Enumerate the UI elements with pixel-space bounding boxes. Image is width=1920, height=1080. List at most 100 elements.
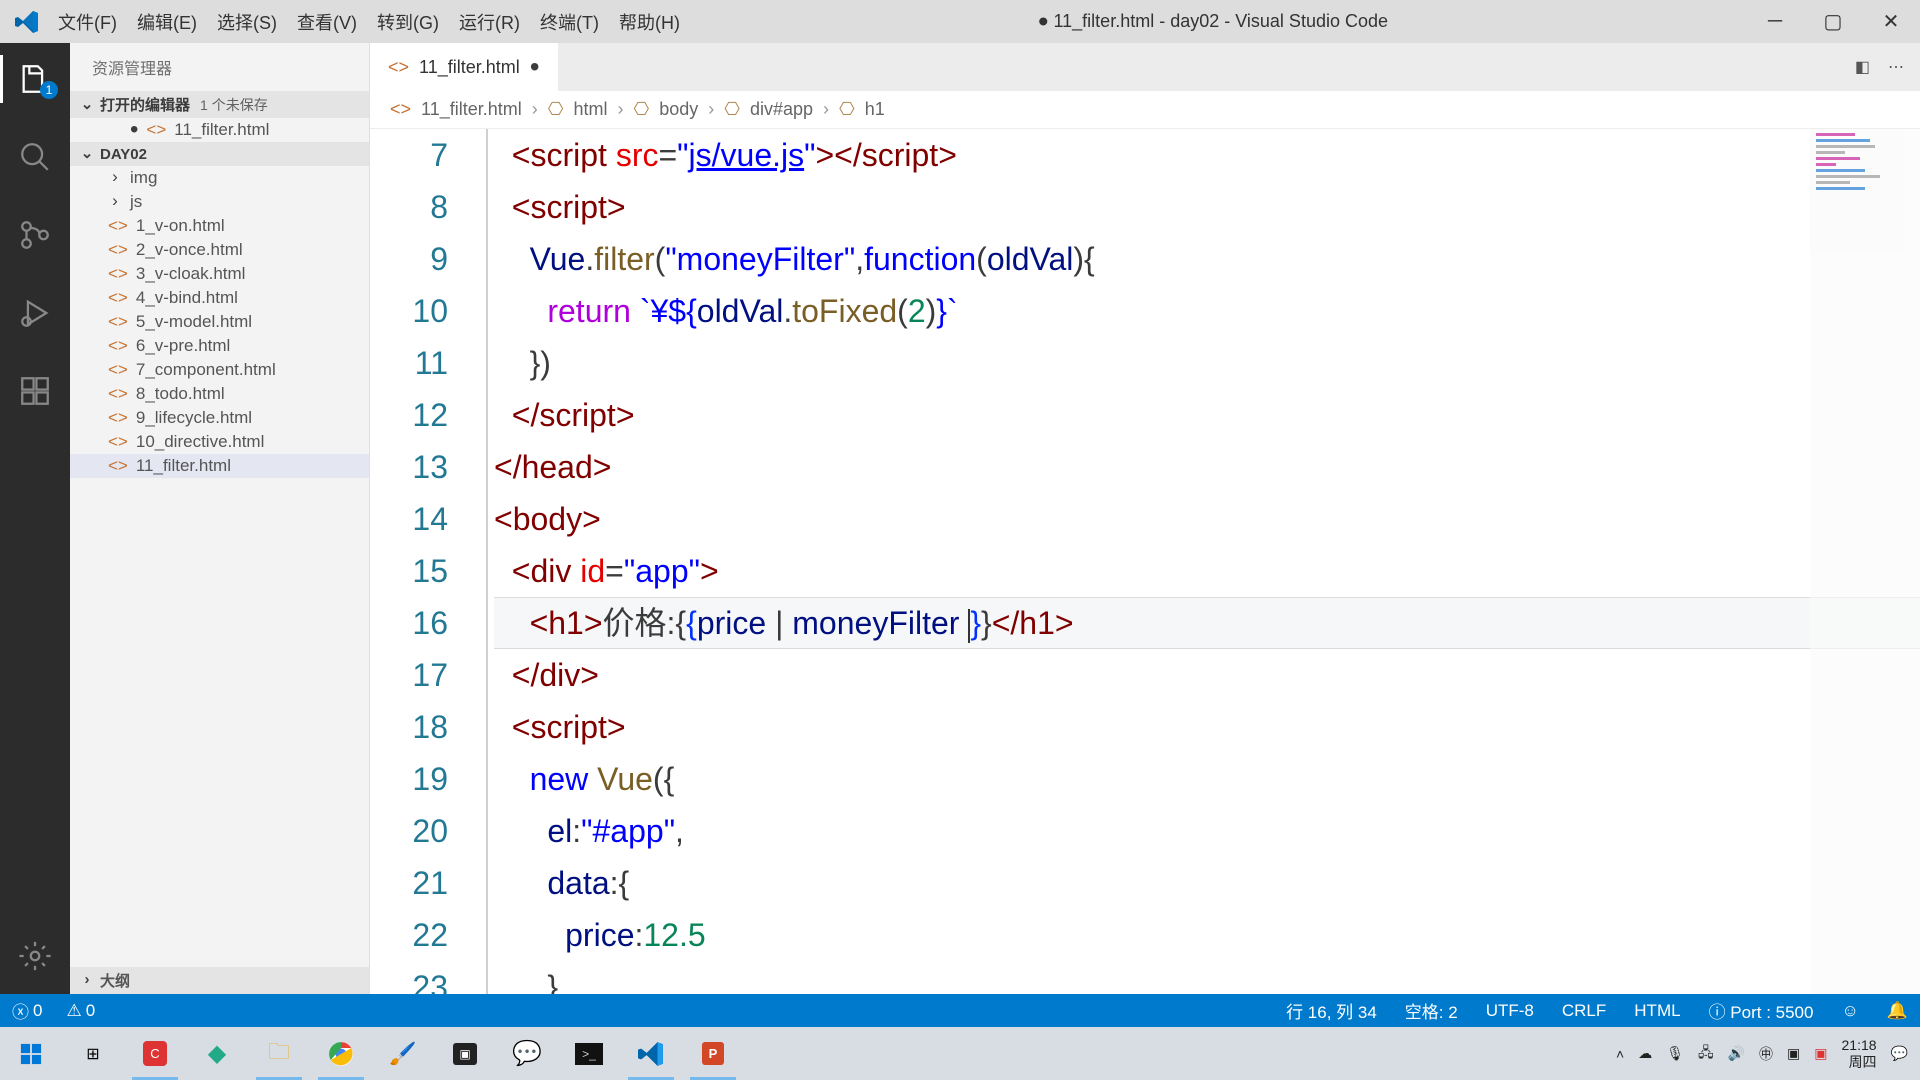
file-item[interactable]: <>10_directive.html	[70, 430, 369, 454]
status-spaces[interactable]: 空格: 2	[1405, 998, 1458, 1023]
taskview-icon[interactable]: ⊞	[62, 1027, 124, 1080]
activity-explorer-icon[interactable]: 1	[0, 55, 70, 103]
menu-item[interactable]: 文件(F)	[58, 9, 117, 35]
menu-bar: 文件(F) 编辑(E) 选择(S) 查看(V) 转到(G) 运行(R) 终端(T) 帮助(H)	[54, 9, 680, 35]
folder-section[interactable]: ⌄DAY02	[70, 142, 369, 166]
status-ln-col[interactable]: 行 16, 列 34	[1286, 998, 1377, 1023]
file-item[interactable]: <>8_todo.html	[70, 382, 369, 406]
tray-app2-icon[interactable]: ▣	[1814, 1045, 1827, 1062]
open-editors-section[interactable]: ⌄打开的编辑器 1 个未保存	[70, 91, 369, 118]
status-feedback-icon[interactable]: ☺	[1841, 1001, 1858, 1021]
file-item[interactable]: <>2_v-once.html	[70, 238, 369, 262]
system-tray: ˄ ☁ 🎙 🖧 🔊 ㊥ ▣ ▣ 21:18周四 💬	[1616, 1037, 1920, 1071]
item-label: 5_v-model.html	[136, 312, 252, 332]
status-port[interactable]: ⓘ Port : 5500	[1709, 998, 1814, 1023]
taskbar-app-4[interactable]: ▣	[434, 1027, 496, 1080]
split-editor-icon[interactable]: ◧	[1855, 57, 1870, 77]
tray-volume-icon[interactable]: 🔊	[1728, 1045, 1745, 1062]
sidebar-title: 资源管理器	[70, 43, 369, 91]
menu-item[interactable]: 编辑(E)	[137, 9, 197, 35]
status-eol[interactable]: CRLF	[1562, 1001, 1606, 1021]
html-file-icon: <>	[108, 288, 128, 308]
file-item[interactable]: <>3_v-cloak.html	[70, 262, 369, 286]
status-lang[interactable]: HTML	[1634, 1001, 1680, 1021]
breadcrumb-item[interactable]: div#app	[750, 99, 813, 120]
taskbar-app-1[interactable]: C	[124, 1027, 186, 1080]
tray-chevron-icon[interactable]: ˄	[1616, 1046, 1624, 1062]
file-item[interactable]: <>4_v-bind.html	[70, 286, 369, 310]
breadcrumb-item[interactable]: h1	[865, 99, 885, 120]
html-file-icon: <>	[108, 216, 128, 236]
item-label: 2_v-once.html	[136, 240, 243, 260]
open-editor-file[interactable]: • <> 11_filter.html	[70, 118, 369, 142]
status-warnings[interactable]: ⚠ 0	[66, 1001, 95, 1021]
taskbar-app-2[interactable]: ◆	[186, 1027, 248, 1080]
taskbar-explorer-icon[interactable]: 🗀	[248, 1027, 310, 1080]
taskbar-terminal-icon[interactable]: >_	[558, 1027, 620, 1080]
tray-ime-icon[interactable]: ㊥	[1759, 1044, 1773, 1064]
tray-clock[interactable]: 21:18周四	[1842, 1037, 1877, 1071]
menu-item[interactable]: 终端(T)	[540, 9, 599, 35]
folder-item[interactable]: ›js	[70, 190, 369, 214]
chevron-right-icon: ›	[108, 167, 122, 187]
tray-app-icon[interactable]: ▣	[1787, 1045, 1800, 1062]
activity-search-icon[interactable]	[0, 133, 70, 181]
item-label: 1_v-on.html	[136, 216, 225, 236]
outline-section[interactable]: ›大纲	[70, 967, 369, 994]
breadcrumb-item[interactable]: 11_filter.html	[421, 99, 522, 120]
windows-taskbar: ⊞ C ◆ 🗀 🖌️ ▣ 💬 >_ P ˄ ☁ 🎙 🖧 🔊 ㊥ ▣ ▣ 21:1…	[0, 1027, 1920, 1080]
taskbar-wechat-icon[interactable]: 💬	[496, 1027, 558, 1080]
breadcrumb-item[interactable]: html	[573, 99, 607, 120]
activity-debug-icon[interactable]	[0, 289, 70, 337]
explorer-badge: 1	[40, 81, 58, 99]
tray-network-icon[interactable]: 🖧	[1698, 1042, 1714, 1066]
status-bar: ⓧ 0 ⚠ 0 行 16, 列 34 空格: 2 UTF-8 CRLF HTML…	[0, 994, 1920, 1027]
taskbar-app-3[interactable]: 🖌️	[372, 1027, 434, 1080]
html-file-icon: <>	[108, 384, 128, 404]
file-item[interactable]: <>6_v-pre.html	[70, 334, 369, 358]
close-button[interactable]: ✕	[1862, 0, 1920, 43]
maximize-button[interactable]: ▢	[1804, 0, 1862, 43]
item-label: 10_directive.html	[136, 432, 265, 452]
status-encoding[interactable]: UTF-8	[1486, 1001, 1534, 1021]
html-file-icon: <>	[388, 57, 409, 78]
element-icon: ⎔	[548, 99, 564, 120]
sidebar: 资源管理器 ⌄打开的编辑器 1 个未保存 • <> 11_filter.html…	[70, 43, 370, 994]
activity-extensions-icon[interactable]	[0, 367, 70, 415]
menu-item[interactable]: 查看(V)	[297, 9, 357, 35]
status-bell-icon[interactable]: 🔔	[1887, 1001, 1908, 1021]
file-item[interactable]: <>5_v-model.html	[70, 310, 369, 334]
menu-item[interactable]: 帮助(H)	[619, 9, 680, 35]
tab-11-filter[interactable]: <> 11_filter.html •	[370, 43, 558, 91]
chevron-right-icon: ›	[532, 99, 538, 120]
tray-mic-icon[interactable]: 🎙	[1666, 1045, 1684, 1062]
file-item[interactable]: <>9_lifecycle.html	[70, 406, 369, 430]
menu-item[interactable]: 转到(G)	[377, 9, 439, 35]
activity-scm-icon[interactable]	[0, 211, 70, 259]
minimap[interactable]	[1810, 129, 1920, 994]
tray-onedrive-icon[interactable]: ☁	[1638, 1045, 1652, 1062]
more-actions-icon[interactable]: ⋯	[1888, 57, 1904, 77]
start-button[interactable]	[0, 1043, 62, 1065]
breadcrumb-item[interactable]: body	[659, 99, 698, 120]
file-item[interactable]: <>7_component.html	[70, 358, 369, 382]
unsaved-dot-icon: •	[130, 124, 138, 136]
file-item[interactable]: <> 1_v-on.html	[70, 214, 369, 238]
tray-notifications-icon[interactable]: 💬	[1891, 1045, 1908, 1062]
folder-item[interactable]: ›img	[70, 166, 369, 190]
html-file-icon: <>	[146, 120, 166, 140]
editor-tabs: <> 11_filter.html • ◧ ⋯	[370, 43, 1920, 91]
code-editor[interactable]: 7891011121314151617181920212223 <script …	[370, 129, 1920, 994]
taskbar-powerpoint-icon[interactable]: P	[682, 1027, 744, 1080]
taskbar-chrome-icon[interactable]	[310, 1027, 372, 1080]
taskbar-vscode-icon[interactable]	[620, 1027, 682, 1080]
breadcrumbs[interactable]: <>11_filter.html›⎔html›⎔body›⎔div#app›⎔h…	[370, 91, 1920, 129]
status-errors[interactable]: ⓧ 0	[12, 998, 42, 1023]
file-item[interactable]: <>11_filter.html	[70, 454, 369, 478]
menu-item[interactable]: 选择(S)	[217, 9, 277, 35]
activity-bar: 1	[0, 43, 70, 994]
activity-settings-icon[interactable]	[0, 932, 70, 980]
minimize-button[interactable]: ─	[1746, 0, 1804, 43]
menu-item[interactable]: 运行(R)	[459, 9, 520, 35]
html-file-icon: <>	[108, 264, 128, 284]
